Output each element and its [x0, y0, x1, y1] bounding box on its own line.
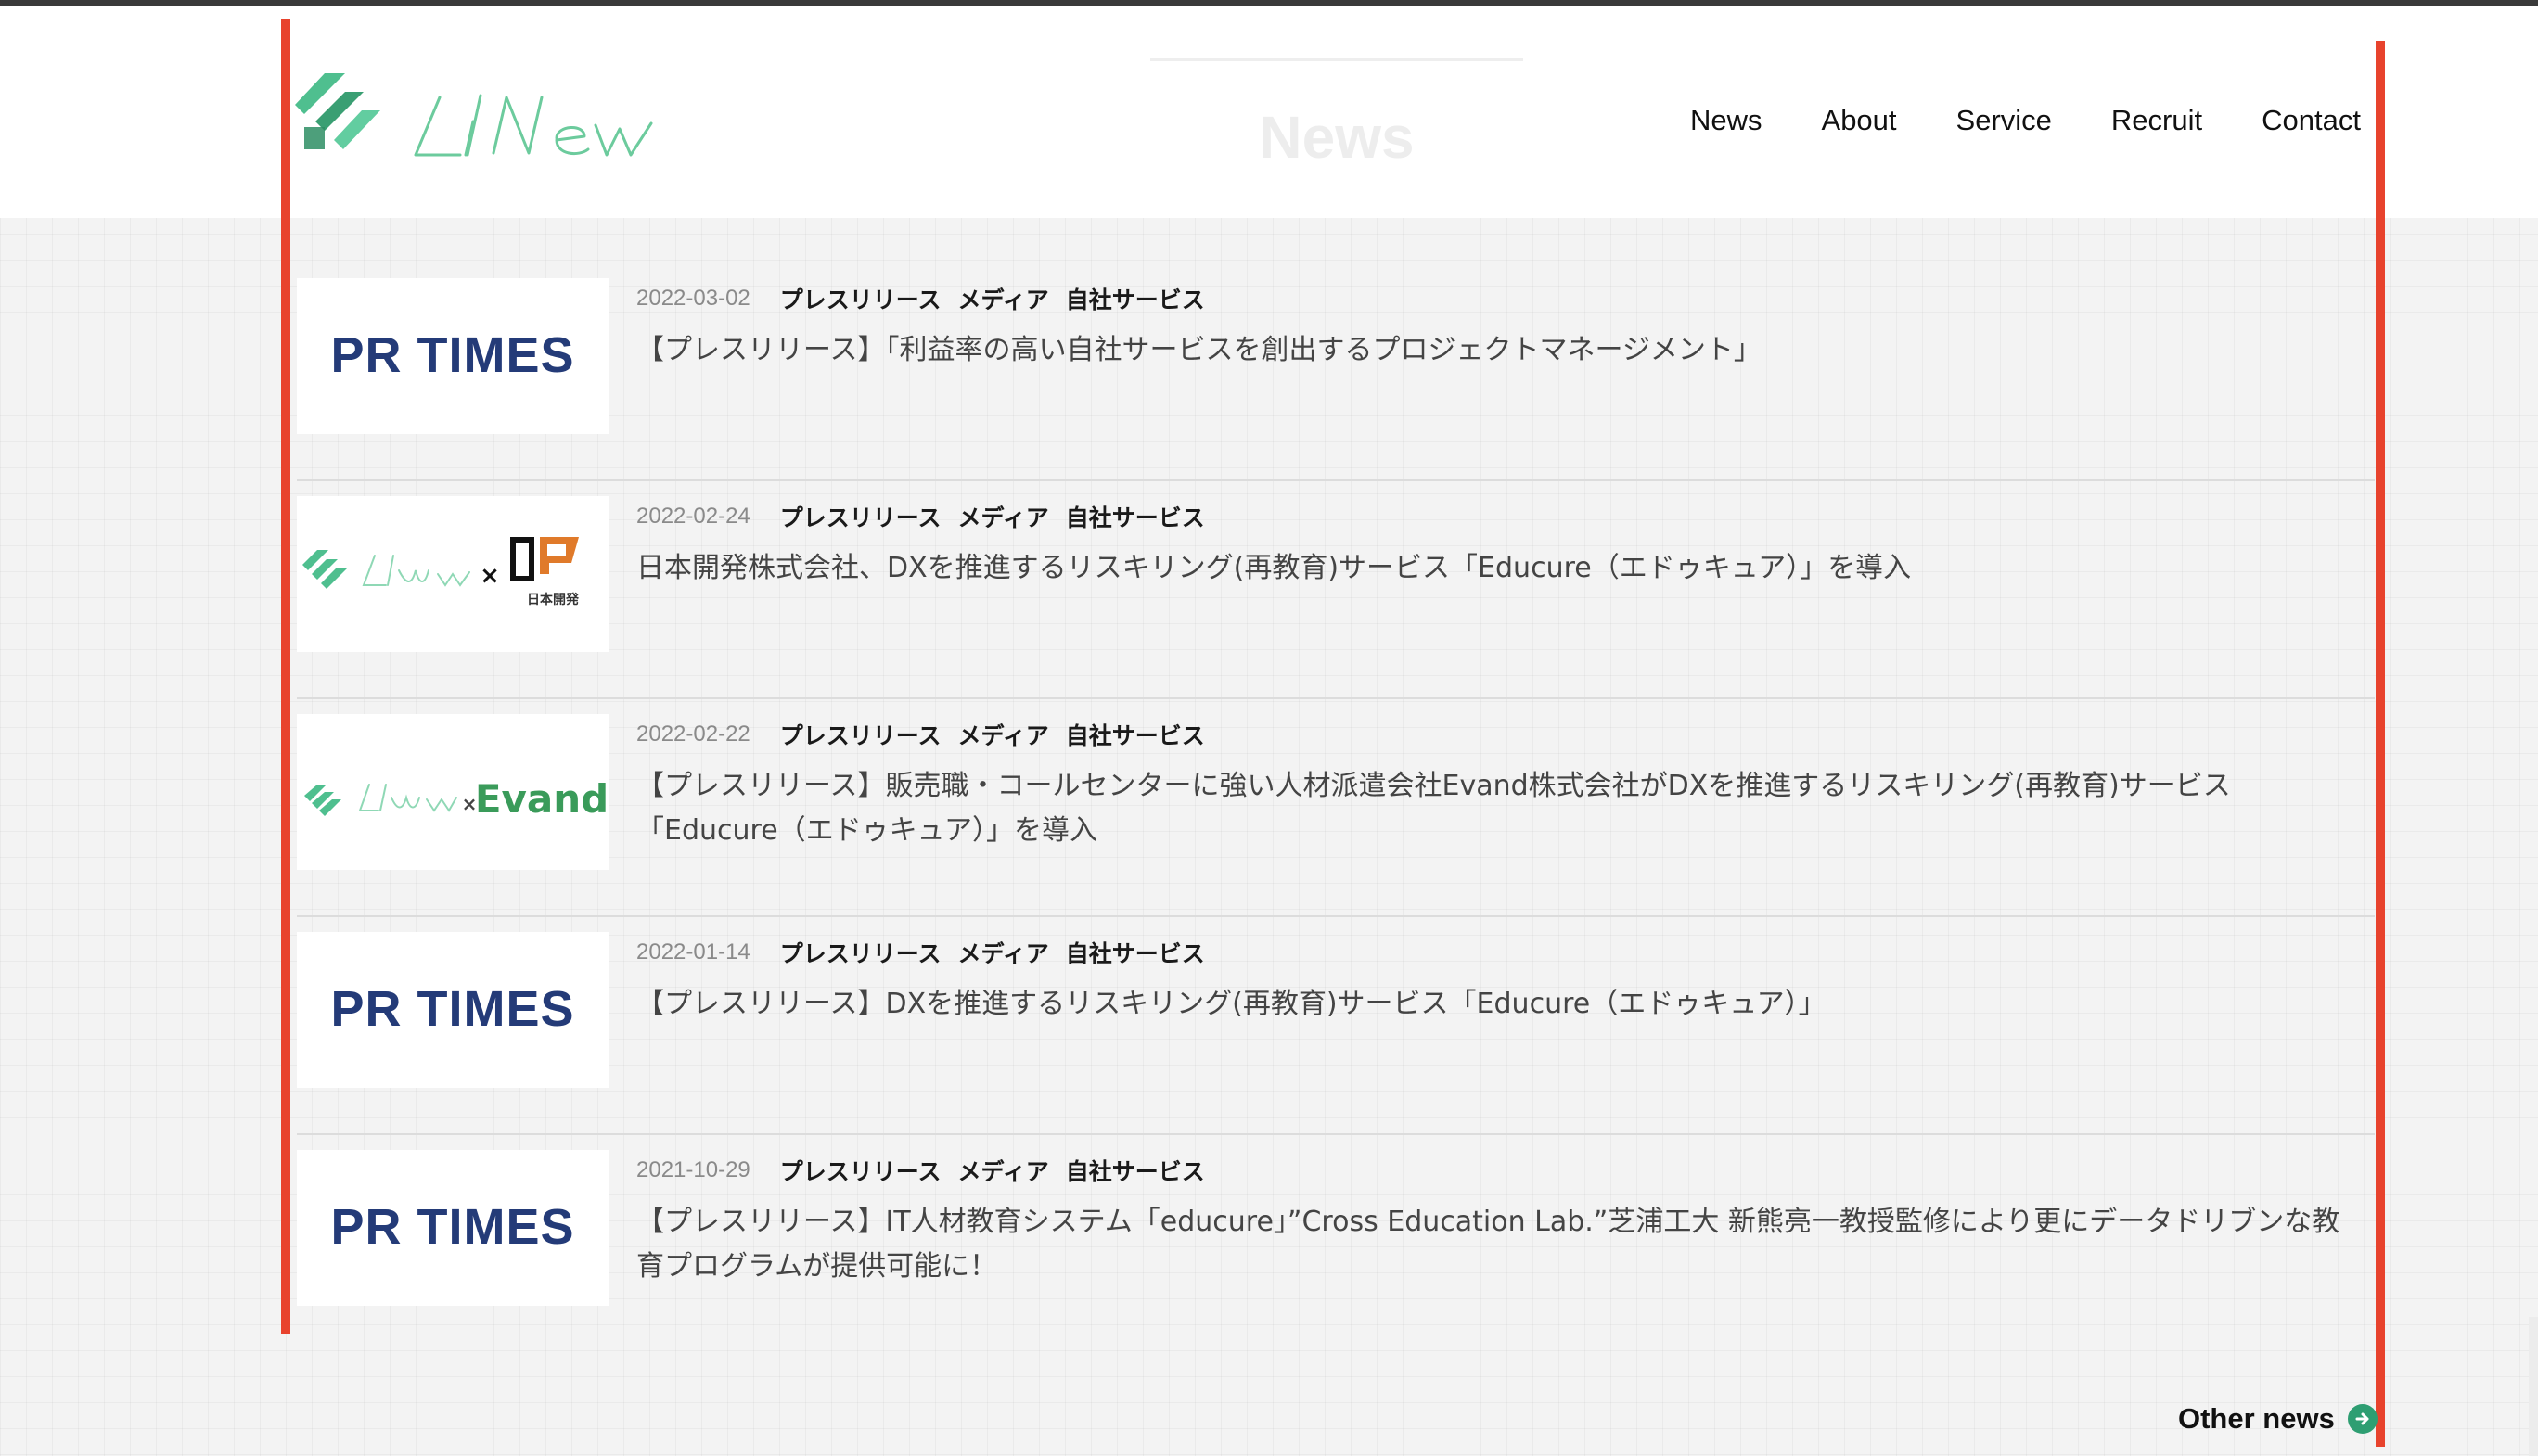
news-tag[interactable]: 自社サービス: [1066, 1154, 1205, 1187]
news-title[interactable]: 【プレスリリース】「利益率の高い自社サービスを創出するプロジェクトマネージメント…: [636, 328, 2362, 373]
news-date: 2022-02-24: [636, 504, 750, 529]
news-thumbnail-prtimes[interactable]: PR TIMES: [297, 278, 609, 434]
news-list: PR TIMES 2022-03-02 プレスリリース メディア 自社サービス …: [297, 263, 2375, 1351]
news-item[interactable]: × 日本開発 2022-02-24 プレスリリース メディア 自社サービス 日本…: [297, 481, 2375, 699]
section-divider: [1150, 58, 1523, 61]
news-tag[interactable]: プレスリリース: [780, 718, 942, 751]
news-meta: 2021-10-29 プレスリリース メディア 自社サービス: [636, 1154, 1222, 1187]
svg-text:Evand: Evand: [475, 776, 609, 822]
nav-news[interactable]: News: [1690, 104, 1762, 137]
news-date: 2022-03-02: [636, 286, 750, 311]
news-thumbnail-prtimes[interactable]: PR TIMES: [297, 1150, 609, 1306]
news-tag[interactable]: メディア: [958, 1154, 1049, 1187]
news-date: 2021-10-29: [636, 1157, 750, 1182]
svg-text:日本開発: 日本開発: [527, 592, 580, 607]
news-item[interactable]: × Evand 2022-02-22 プレスリリース メディア 自社サービス 【…: [297, 699, 2375, 917]
news-title[interactable]: 【プレスリリース】販売職・コールセンターに強い人材派遣会社Evand株式会社がD…: [636, 764, 2362, 853]
other-news-label: Other news: [2178, 1402, 2335, 1435]
news-tag[interactable]: メディア: [958, 282, 1049, 315]
news-item[interactable]: PR TIMES 2022-01-14 プレスリリース メディア 自社サービス …: [297, 917, 2375, 1135]
news-item[interactable]: PR TIMES 2022-03-02 プレスリリース メディア 自社サービス …: [297, 263, 2375, 481]
other-news-link[interactable]: Other news: [2178, 1402, 2378, 1436]
news-title[interactable]: 【プレスリリース】IT人材教育システム「educure」”Cross Educa…: [636, 1200, 2362, 1289]
svg-text:PR TIMES: PR TIMES: [330, 1199, 574, 1255]
nav-contact[interactable]: Contact: [2262, 104, 2361, 137]
news-thumbnail-prtimes[interactable]: PR TIMES: [297, 932, 609, 1088]
news-meta: 2022-02-22 プレスリリース メディア 自社サービス: [636, 718, 1222, 751]
news-tag[interactable]: メディア: [958, 936, 1049, 969]
arrow-right-circle-icon: [2347, 1404, 2378, 1434]
news-meta: 2022-02-24 プレスリリース メディア 自社サービス: [636, 500, 1222, 533]
site-logo[interactable]: [295, 70, 666, 168]
prtimes-logo-icon: PR TIMES: [330, 1199, 574, 1255]
lilnew-x-nihonkaihatsu-logo-icon: × 日本開発: [302, 537, 580, 607]
news-tag[interactable]: プレスリリース: [780, 1154, 942, 1187]
site-header: News News About Service Recruit Contact: [0, 6, 2538, 218]
section-title: News: [1259, 104, 1415, 171]
lilnew-x-evand-logo-icon: × Evand: [304, 776, 609, 822]
scrollbar-edge[interactable]: [2529, 1317, 2538, 1456]
news-thumbnail-nihon-kaihatsu[interactable]: × 日本開発: [297, 496, 609, 652]
top-bar: [0, 0, 2538, 6]
news-tag[interactable]: 自社サービス: [1066, 718, 1205, 751]
news-title[interactable]: 【プレスリリース】DXを推進するリスキリング(再教育)サービス「Educure（…: [636, 982, 2362, 1027]
news-tag[interactable]: 自社サービス: [1066, 936, 1205, 969]
news-thumbnail-evand[interactable]: × Evand: [297, 714, 609, 870]
right-red-guide: [2376, 41, 2385, 1447]
news-item[interactable]: PR TIMES 2021-10-29 プレスリリース メディア 自社サービス …: [297, 1135, 2375, 1351]
news-tag[interactable]: メディア: [958, 718, 1049, 751]
lilnew-logo-icon: [295, 73, 653, 157]
news-tag[interactable]: メディア: [958, 500, 1049, 533]
nav-recruit[interactable]: Recruit: [2111, 104, 2202, 137]
svg-text:PR TIMES: PR TIMES: [330, 327, 574, 383]
news-meta: 2022-01-14 プレスリリース メディア 自社サービス: [636, 936, 1222, 969]
news-tag[interactable]: 自社サービス: [1066, 282, 1205, 315]
news-date: 2022-02-22: [636, 722, 750, 747]
left-red-guide: [281, 19, 290, 1334]
news-tag[interactable]: プレスリリース: [780, 936, 942, 969]
news-meta: 2022-03-02 プレスリリース メディア 自社サービス: [636, 282, 1222, 315]
nav-service[interactable]: Service: [1956, 104, 2052, 137]
news-title[interactable]: 日本開発株式会社、DXを推進するリスキリング(再教育)サービス「Educure（…: [636, 546, 2362, 591]
nav-about[interactable]: About: [1822, 104, 1897, 137]
prtimes-logo-icon: PR TIMES: [330, 327, 574, 383]
main-nav: News About Service Recruit Contact: [1690, 97, 2361, 144]
svg-text:×: ×: [480, 562, 500, 590]
news-tag[interactable]: プレスリリース: [780, 282, 942, 315]
news-tag[interactable]: プレスリリース: [780, 500, 942, 533]
news-tag[interactable]: 自社サービス: [1066, 500, 1205, 533]
svg-text:PR TIMES: PR TIMES: [330, 981, 574, 1037]
news-date: 2022-01-14: [636, 939, 750, 964]
prtimes-logo-icon: PR TIMES: [330, 981, 574, 1037]
